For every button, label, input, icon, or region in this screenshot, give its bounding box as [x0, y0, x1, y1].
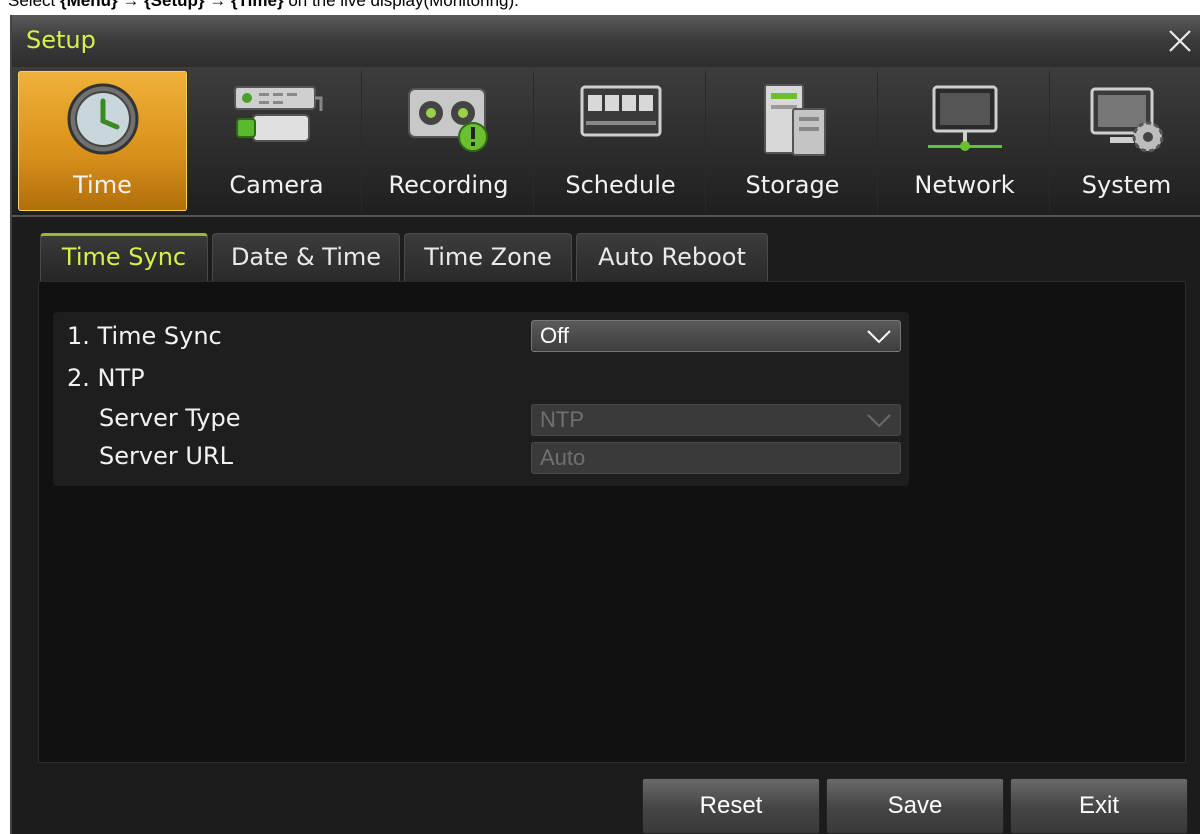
tab-auto-reboot[interactable]: Auto Reboot — [576, 233, 768, 281]
exit-button[interactable]: Exit — [1010, 778, 1188, 834]
storage-icon — [763, 84, 826, 156]
nav-item-time[interactable]: Time — [18, 71, 188, 211]
close-icon — [1169, 30, 1191, 52]
nav-item-recording[interactable]: Recording — [364, 71, 534, 211]
caption-prefix: Select — [8, 0, 60, 10]
content-area: Time Sync Date & Time Time Zone Auto Reb… — [36, 233, 1186, 763]
nav-label-time: Time — [73, 171, 132, 199]
server-url-value: Auto — [540, 445, 586, 470]
chevron-down-icon — [867, 330, 891, 344]
nav-label-camera: Camera — [229, 171, 324, 199]
caption-arrow: → — [204, 0, 231, 10]
nav-label-recording: Recording — [388, 171, 509, 199]
ntp-section-label: 2. NTP — [67, 364, 145, 392]
network-icon — [927, 85, 1002, 151]
chevron-down-icon — [867, 414, 891, 428]
nav-item-storage[interactable]: Storage — [708, 71, 878, 211]
save-button[interactable]: Save — [826, 778, 1004, 834]
tab-date-time[interactable]: Date & Time — [212, 233, 400, 281]
caption-arrow: → — [117, 0, 145, 10]
close-button[interactable] — [1164, 25, 1196, 57]
nav-label-system: System — [1081, 171, 1172, 199]
nav-item-schedule[interactable]: Schedule — [536, 71, 706, 211]
recording-icon — [407, 88, 488, 152]
time-sync-label: 1. Time Sync — [67, 322, 222, 350]
nav-item-network[interactable]: Network — [880, 71, 1050, 211]
caption-menu: {Menu} — [59, 0, 118, 10]
window-title: Setup — [26, 26, 96, 54]
setup-window: Setup Time Camera Recording Schedule Sto… — [10, 15, 1200, 834]
nav-item-system[interactable]: System — [1052, 71, 1200, 211]
nav-item-camera[interactable]: Camera — [192, 71, 362, 211]
clock-icon — [67, 83, 138, 155]
camera-icon — [233, 86, 322, 142]
server-url-label: Server URL — [99, 442, 233, 470]
instruction-caption: Select {Menu} → {Setup} → {Time} on the … — [8, 0, 519, 11]
caption-setup: {Setup} — [144, 0, 205, 10]
reset-button[interactable]: Reset — [642, 778, 820, 834]
caption-time: {Time} — [230, 0, 284, 10]
title-bar: Setup — [12, 15, 1200, 68]
server-type-select: NTP — [531, 404, 901, 436]
tab-time-sync[interactable]: Time Sync — [40, 233, 208, 281]
setup-category-bar: Time Camera Recording Schedule Storage N… — [12, 67, 1200, 217]
server-url-input: Auto — [531, 442, 901, 474]
time-sync-panel: 1. Time Sync Off 2. NTP Server Type NTP … — [38, 281, 1186, 763]
nav-label-network: Network — [914, 171, 1015, 199]
time-sync-select[interactable]: Off — [531, 320, 901, 352]
settings-group: 1. Time Sync Off 2. NTP Server Type NTP … — [53, 312, 909, 486]
nav-label-storage: Storage — [745, 171, 840, 199]
server-type-label: Server Type — [99, 404, 241, 432]
time-sync-value: Off — [540, 323, 569, 348]
schedule-icon — [580, 85, 661, 137]
nav-label-schedule: Schedule — [565, 171, 676, 199]
caption-suffix: on the live display(Monitoring). — [283, 0, 519, 10]
system-gear-icon — [1090, 87, 1163, 153]
tab-time-zone[interactable]: Time Zone — [404, 233, 572, 281]
server-type-value: NTP — [540, 407, 584, 432]
